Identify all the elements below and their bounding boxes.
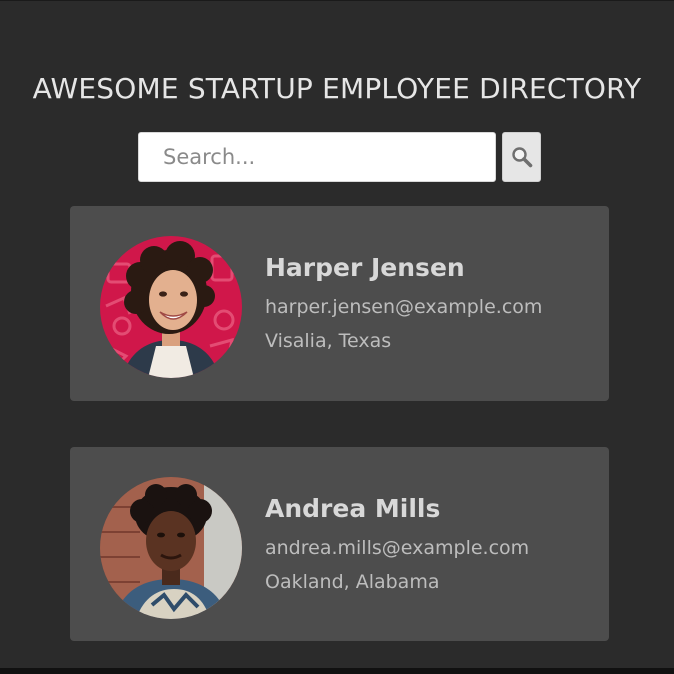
employee-card[interactable]: Harper Jensen harper.jensen@example.com … xyxy=(70,206,609,401)
employee-email: harper.jensen@example.com xyxy=(265,296,543,318)
employee-info: Andrea Mills andrea.mills@example.com Oa… xyxy=(265,491,595,599)
employee-photo-andrea xyxy=(100,477,242,619)
employee-info: Harper Jensen harper.jensen@example.com … xyxy=(265,250,595,358)
top-border xyxy=(0,0,674,1)
employee-location: Visalia, Texas xyxy=(265,330,392,352)
employee-location: Oakland, Alabama xyxy=(265,571,440,593)
employee-directory-page: AWESOME STARTUP EMPLOYEE DIRECTORY Searc… xyxy=(0,0,674,674)
bottom-strip xyxy=(0,668,674,674)
search-input[interactable] xyxy=(138,132,496,182)
search-icon xyxy=(511,147,532,168)
page-title: AWESOME STARTUP EMPLOYEE DIRECTORY xyxy=(32,72,642,105)
avatar xyxy=(100,477,242,619)
employee-card[interactable]: Andrea Mills andrea.mills@example.com Oa… xyxy=(70,447,609,641)
employee-photo-harper xyxy=(100,236,242,378)
employee-email: andrea.mills@example.com xyxy=(265,537,530,559)
search-button[interactable] xyxy=(502,132,541,182)
employee-name: Andrea Mills xyxy=(265,494,441,523)
employee-name: Harper Jensen xyxy=(265,253,465,282)
avatar xyxy=(100,236,242,378)
search-form xyxy=(138,132,541,182)
